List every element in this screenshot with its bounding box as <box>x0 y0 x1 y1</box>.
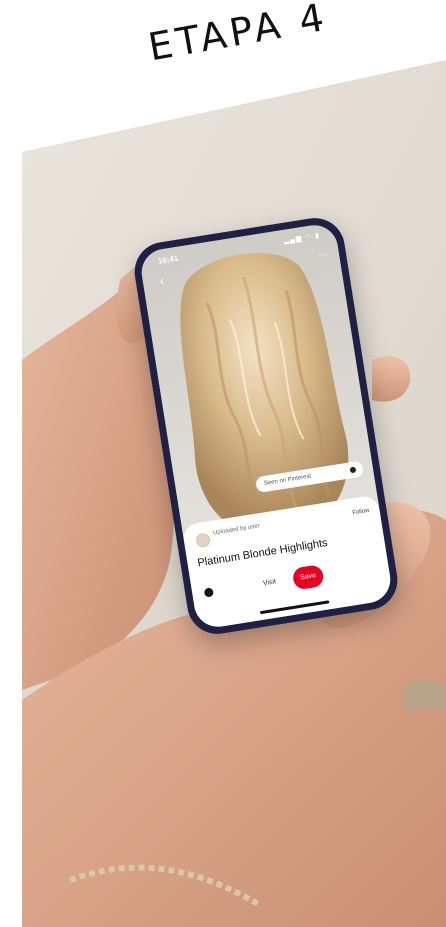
page: ETAPA 4 16:41 ▂▄▆ ◠ ▮ ‹ ··· Seen on Pint… <box>0 0 446 927</box>
follow-button[interactable]: Follow <box>352 508 370 517</box>
creator-line-1: Uploaded by user <box>212 523 261 537</box>
creator-info: Uploaded by user <box>213 515 313 538</box>
save-button[interactable]: Save <box>291 564 325 591</box>
status-icons: ▂▄▆ ◠ ▮ <box>283 232 321 245</box>
share-icon[interactable] <box>203 587 214 598</box>
pill-dot-icon <box>349 466 357 474</box>
tag-pill-text: Seen on Pinterest <box>263 473 312 487</box>
back-icon[interactable]: ‹ <box>152 270 173 291</box>
visit-button[interactable]: Visit <box>248 570 291 597</box>
hair-image[interactable] <box>138 221 380 540</box>
avatar[interactable] <box>195 532 212 549</box>
status-time: 16:41 <box>157 253 179 266</box>
